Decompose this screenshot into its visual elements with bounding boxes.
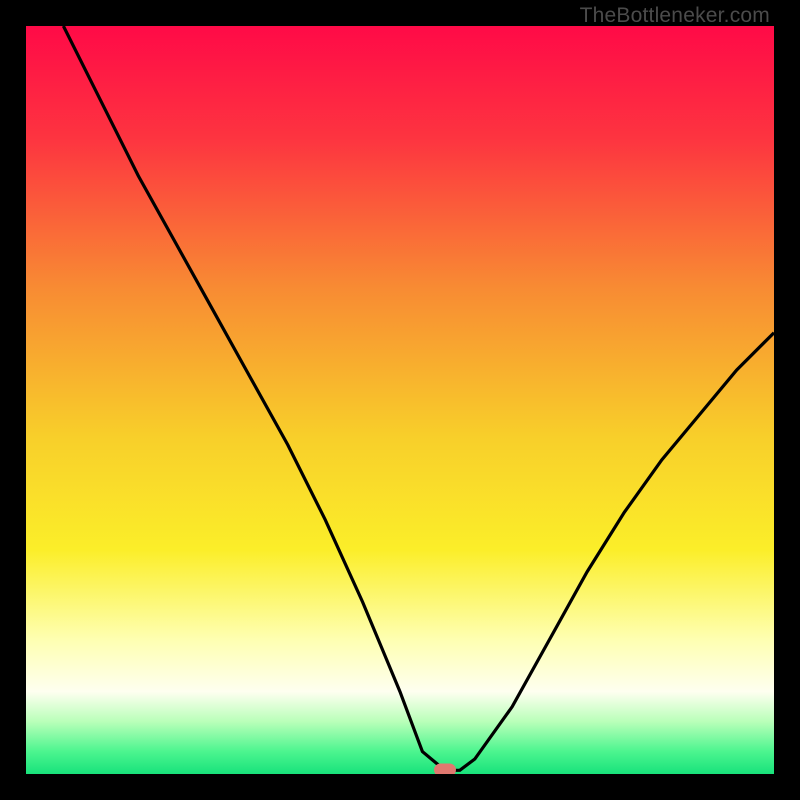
chart-frame: TheBottleneker.com [0, 0, 800, 800]
bottleneck-curve [26, 26, 774, 774]
optimum-marker [434, 764, 456, 774]
watermark-text: TheBottleneker.com [580, 4, 770, 28]
plot-area [26, 26, 774, 774]
